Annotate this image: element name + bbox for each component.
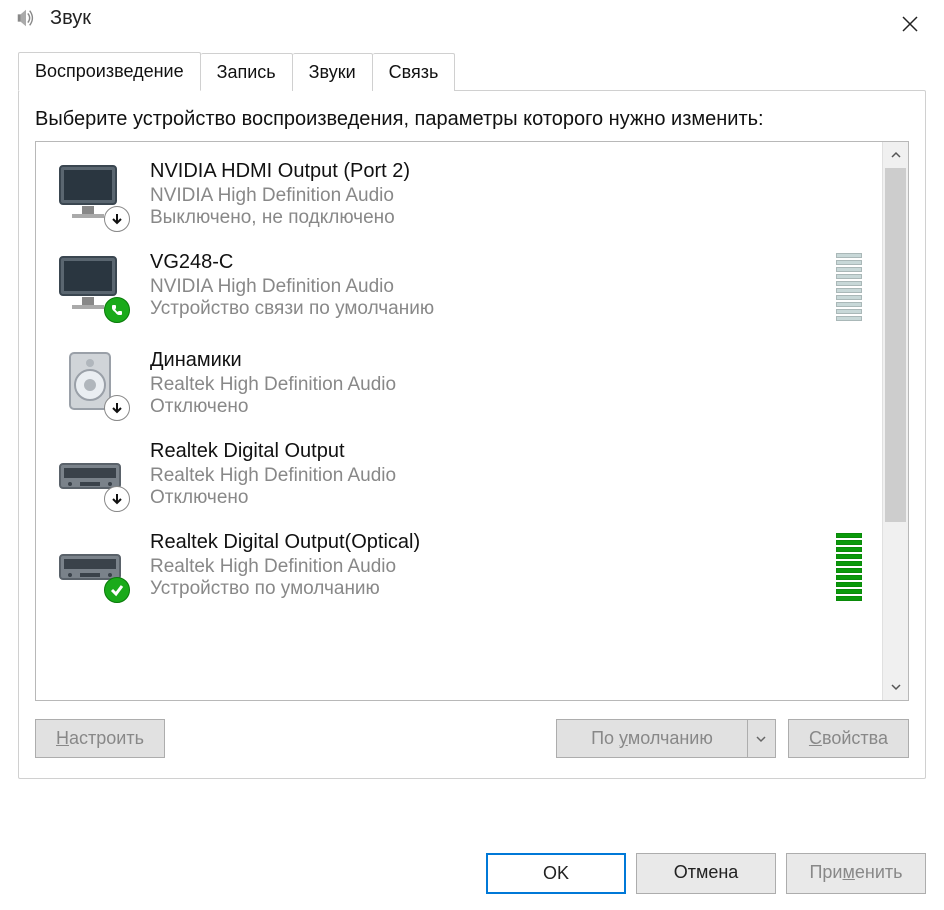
ok-button[interactable]: OK [486,853,626,894]
ok-label: OK [543,863,569,883]
tab-label: Связь [389,62,439,82]
device-list-container: NVIDIA HDMI Output (Port 2) NVIDIA High … [35,141,909,701]
device-status: Выключено, не подключено [150,207,868,229]
tab-label: Запись [217,62,276,82]
device-text: Realtek Digital Output(Optical) Realtek … [150,527,826,600]
device-icon-receiver [54,436,126,508]
scroll-thumb[interactable] [885,168,906,522]
window-title: Звук [50,7,91,30]
device-name: NVIDIA HDMI Output (Port 2) [150,160,868,183]
tab-recording[interactable]: Запись [201,53,293,91]
tab-label: Звуки [309,62,356,82]
tab-communications[interactable]: Связь [373,53,456,91]
device-status: Отключено [150,396,868,418]
device-item[interactable]: Realtek Digital Output(Optical) Realtek … [40,521,878,619]
device-list-scrollbar[interactable] [882,142,908,700]
device-driver: NVIDIA High Definition Audio [150,276,826,298]
configure-label: астроить [69,728,144,748]
device-name: VG248-C [150,251,826,274]
tab-label: Воспроизведение [35,61,184,81]
sound-dialog-window: Звук Воспроизведение Запись Звуки Связь … [0,0,944,910]
scroll-down-button[interactable] [883,674,908,700]
device-text: NVIDIA HDMI Output (Port 2) NVIDIA High … [150,156,868,229]
set-default-label: По умолчанию [557,720,747,757]
tab-strip: Воспроизведение Запись Звуки Связь [18,52,926,91]
apply-button[interactable]: Применить [786,853,926,894]
badge-phone-icon [104,297,130,323]
instruction-text: Выберите устройство воспроизведения, пар… [35,105,909,133]
dialog-content: Воспроизведение Запись Звуки Связь Выбер… [0,38,944,839]
tab-playback[interactable]: Воспроизведение [18,52,201,91]
dialog-button-row: OK Отмена Применить [0,839,944,910]
badge-down-icon [104,486,130,512]
device-text: Realtek Digital Output Realtek High Defi… [150,436,868,509]
device-driver: Realtek High Definition Audio [150,556,826,578]
scroll-up-button[interactable] [883,142,908,168]
badge-check-icon [104,577,130,603]
device-name: Realtek Digital Output [150,440,868,463]
tab-panel: Выберите устройство воспроизведения, пар… [18,90,926,779]
sound-app-icon [14,6,38,30]
panel-button-row: Настроить По умолчанию Свойства [35,719,909,758]
device-icon-monitor [54,156,126,228]
device-driver: NVIDIA High Definition Audio [150,185,868,207]
volume-meter [836,527,862,607]
device-item[interactable]: Realtek Digital Output Realtek High Defi… [40,430,878,521]
device-text: Динамики Realtek High Definition Audio О… [150,345,868,418]
badge-down-icon [104,206,130,232]
device-status: Устройство по умолчанию [150,578,826,600]
properties-button[interactable]: Свойства [788,719,909,758]
device-name: Realtek Digital Output(Optical) [150,531,826,554]
set-default-button[interactable]: По умолчанию [556,719,776,758]
device-item[interactable]: Динамики Realtek High Definition Audio О… [40,339,878,430]
tab-sounds[interactable]: Звуки [293,53,373,91]
device-icon-speaker [54,345,126,417]
device-status: Отключено [150,487,868,509]
close-button[interactable] [894,8,926,40]
device-item[interactable]: NVIDIA HDMI Output (Port 2) NVIDIA High … [40,150,878,241]
badge-down-icon [104,395,130,421]
configure-button[interactable]: Настроить [35,719,165,758]
cancel-button[interactable]: Отмена [636,853,776,894]
device-item[interactable]: VG248-C NVIDIA High Definition Audio Уст… [40,241,878,339]
volume-meter [836,247,862,327]
device-driver: Realtek High Definition Audio [150,374,868,396]
scroll-track[interactable] [883,168,908,674]
device-text: VG248-C NVIDIA High Definition Audio Уст… [150,247,826,320]
set-default-dropdown[interactable] [747,720,775,757]
device-icon-receiver [54,527,126,599]
titlebar: Звук [0,0,944,38]
device-icon-monitor [54,247,126,319]
properties-label: войства [822,728,888,748]
device-list[interactable]: NVIDIA HDMI Output (Port 2) NVIDIA High … [36,142,882,700]
cancel-label: Отмена [674,862,739,882]
device-status: Устройство связи по умолчанию [150,298,826,320]
device-driver: Realtek High Definition Audio [150,465,868,487]
device-name: Динамики [150,349,868,372]
